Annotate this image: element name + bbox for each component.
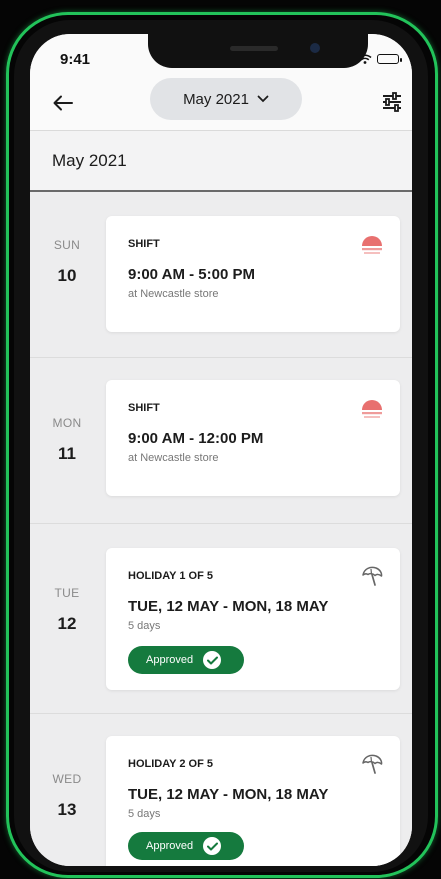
front-camera: [310, 43, 320, 53]
month-selector-label: May 2021: [183, 90, 249, 108]
holiday-card[interactable]: HOLIDAY 1 OF 5 TUE, 12 MAY - MON, 18 MAY…: [106, 548, 400, 690]
shift-card[interactable]: SHIFT 9:00 AM - 5:00 PM at Newcastle sto…: [106, 216, 400, 332]
day-row-tue-12: TUE 12 HOLIDAY 1 OF 5 TUE, 12 MAY - MON,…: [30, 524, 412, 714]
beach-umbrella-icon: [362, 566, 383, 586]
check-circle-icon: [203, 837, 222, 855]
arrow-left-icon: [53, 95, 73, 111]
card-duration: 5 days: [128, 620, 161, 632]
card-type: HOLIDAY 1 OF 5: [128, 570, 213, 582]
status-time: 9:41: [60, 51, 91, 68]
month-selector[interactable]: May 2021: [150, 78, 302, 120]
card-time: 9:00 AM - 12:00 PM: [128, 430, 264, 447]
filter-sliders-icon[interactable]: [380, 90, 404, 114]
day-row-wed-13: WED 13 HOLIDAY 2 OF 5 TUE, 12 MAY - MON,…: [30, 714, 412, 866]
day-name: TUE: [54, 586, 80, 600]
day-name: MON: [52, 416, 82, 430]
holiday-card[interactable]: HOLIDAY 2 OF 5 TUE, 12 MAY - MON, 18 MAY…: [106, 736, 400, 866]
sunset-icon: [362, 236, 382, 254]
battery-icon: [376, 54, 402, 64]
card-time: 9:00 AM - 5:00 PM: [128, 266, 255, 283]
card-type: SHIFT: [128, 238, 160, 250]
approved-badge[interactable]: Approved: [128, 832, 244, 860]
approved-label: Approved: [146, 654, 194, 666]
shift-card[interactable]: SHIFT 9:00 AM - 12:00 PM at Newcastle st…: [106, 380, 400, 496]
card-duration: 5 days: [128, 808, 161, 820]
day-label: TUE 12: [30, 586, 104, 634]
chevron-down-icon: [257, 95, 269, 103]
day-row-mon-11: MON 11 SHIFT 9:00 AM - 12:00 PM at Newca…: [30, 358, 412, 524]
day-label: SUN 10: [30, 238, 104, 286]
approved-badge[interactable]: Approved: [128, 646, 244, 674]
card-location: at Newcastle store: [128, 452, 219, 464]
day-number: 13: [57, 800, 77, 819]
phone-screen: 9:41 May 2021 May 2021 SUN 10 SHIFT 9:00…: [30, 34, 412, 866]
check-circle-icon: [203, 651, 222, 669]
speaker: [230, 46, 278, 51]
day-label: MON 11: [30, 416, 104, 464]
day-name: SUN: [53, 238, 81, 252]
card-date-range: TUE, 12 MAY - MON, 18 MAY: [128, 786, 329, 803]
day-name: WED: [52, 772, 82, 786]
card-type: SHIFT: [128, 402, 160, 414]
month-section-title: May 2021: [52, 151, 127, 170]
card-date-range: TUE, 12 MAY - MON, 18 MAY: [128, 598, 329, 615]
approved-label: Approved: [146, 840, 194, 852]
day-number: 12: [57, 614, 77, 633]
notch: [148, 34, 368, 68]
back-button[interactable]: [50, 90, 76, 116]
day-number: 10: [57, 266, 77, 285]
day-number: 11: [58, 444, 76, 463]
day-label: WED 13: [30, 772, 104, 820]
sunset-icon: [362, 400, 382, 418]
card-type: HOLIDAY 2 OF 5: [128, 758, 213, 770]
card-location: at Newcastle store: [128, 288, 219, 300]
month-section-header: May 2021: [30, 130, 412, 192]
beach-umbrella-icon: [362, 754, 383, 774]
day-row-sun-10: SUN 10 SHIFT 9:00 AM - 5:00 PM at Newcas…: [30, 194, 412, 358]
